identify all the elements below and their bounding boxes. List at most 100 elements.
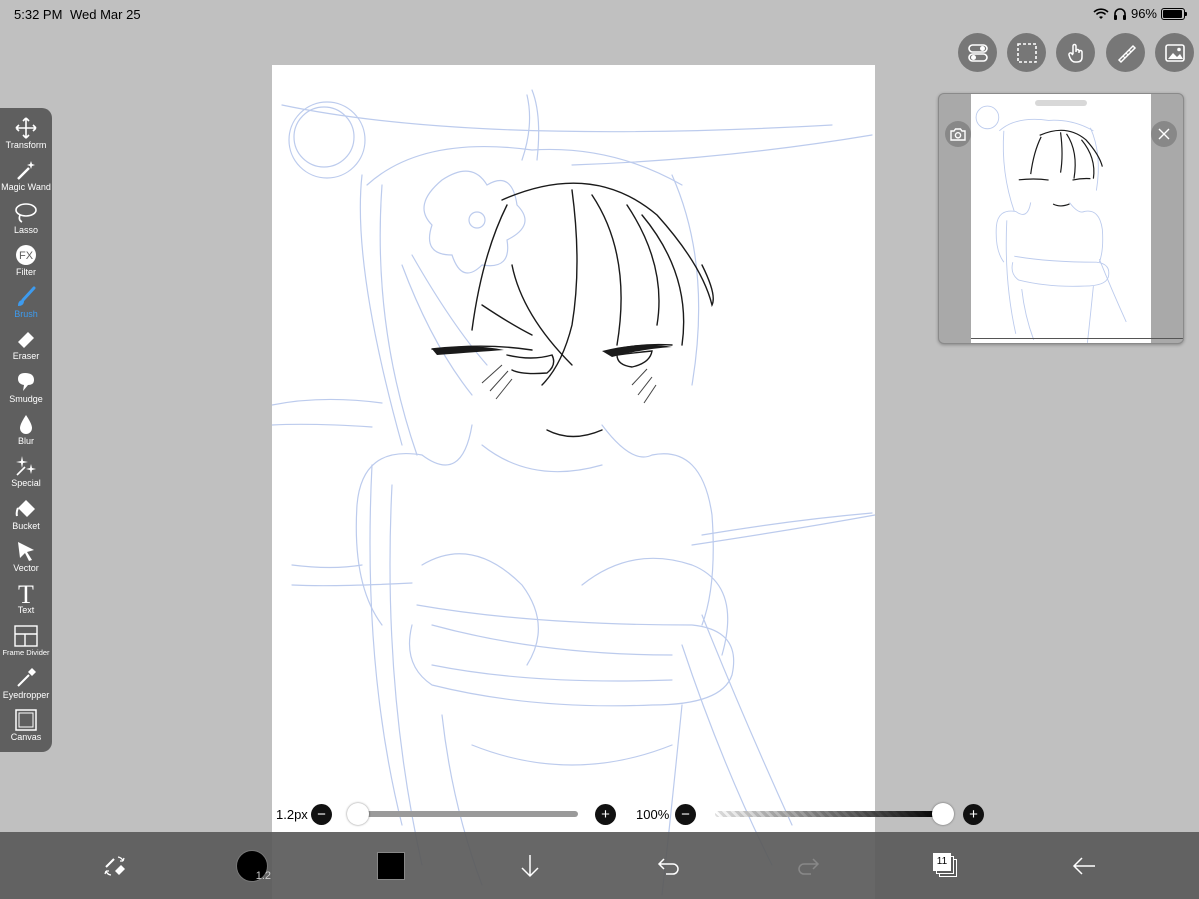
ruler-button[interactable] [1106,33,1145,72]
battery-icon [1161,7,1187,20]
drawing-canvas[interactable] [272,65,875,899]
brush-opacity-increase-button[interactable]: + [963,804,984,825]
tool-vector[interactable]: Vector [0,539,52,581]
tool-label: Smudge [9,393,43,404]
tool-label: Magic Wand [1,182,51,193]
tool-frame-divider[interactable]: Frame Divider [0,624,52,666]
gesture-button[interactable] [1056,33,1095,72]
sketch-artwork [272,89,875,896]
arrow-left-icon [1072,856,1095,875]
tool-filter[interactable]: FX Filter [0,243,52,285]
sparkle-icon [14,454,38,478]
navigator-panel [938,93,1184,344]
tool-label: Brush [14,309,38,320]
tool-eyedropper[interactable]: Eyedropper [0,666,52,708]
brush-size-decrease-button[interactable]: − [311,804,332,825]
plus-icon: + [969,806,978,823]
toggle-panel-button[interactable] [958,33,997,72]
brush-size-slider-knob[interactable] [347,803,369,825]
toggle-switches-icon [967,43,988,62]
redo-button[interactable] [788,832,828,899]
close-icon [1158,128,1170,140]
droplet-icon [15,412,37,436]
tool-bucket[interactable]: Bucket [0,497,52,539]
brush-opacity-slider[interactable] [715,811,940,817]
navigator-thumbnail[interactable] [971,94,1151,343]
battery-level [1163,9,1183,18]
tool-label: Bucket [12,520,40,531]
download-button[interactable] [510,832,550,899]
brush-opacity-slider-knob[interactable] [932,803,954,825]
status-bar: 5:32 PM Wed Mar 25 96% [0,0,1199,28]
tool-canvas[interactable]: Canvas [0,708,52,750]
tool-label: Vector [13,562,39,573]
selection-button[interactable] [1007,33,1046,72]
arrow-down-icon [521,854,539,877]
brush-size-badge: 1.2 [255,869,271,882]
tool-label: Eyedropper [2,689,50,700]
image-icon [1164,43,1185,62]
undo-icon [657,857,679,875]
tool-transform[interactable]: Transform [0,116,52,158]
material-button[interactable] [1155,33,1194,72]
tool-smudge[interactable]: Smudge [0,370,52,412]
cursor-icon [15,539,37,563]
thumbnail-sketch [975,105,1127,343]
navigator-drag-handle[interactable] [1035,100,1087,106]
fx-icon: FX [15,243,37,267]
hand-pointer-icon [1067,43,1083,63]
dashed-selection-icon [1016,42,1037,63]
bucket-icon [14,497,38,521]
camera-icon [950,128,966,141]
smudge-icon [15,370,37,394]
status-time: 5:32 PM [14,7,63,22]
frame-divider-icon [14,624,38,648]
brush-size-slider[interactable] [358,811,578,817]
status-date: Wed Mar 25 [70,7,141,22]
brush-size-increase-button[interactable]: + [595,804,616,825]
swap-brush-eraser-button[interactable] [95,832,135,899]
tool-magic-wand[interactable]: Magic Wand [0,158,52,200]
tool-label: Special [11,478,41,489]
tool-label: Lasso [13,224,39,235]
move-arrows-icon [15,116,37,140]
navigator-divider [971,338,1183,339]
navigator-close-button[interactable] [1151,121,1177,147]
brush-sliders: 1.2px − + 100% − + [272,800,992,828]
brush-size-preview-button[interactable]: 1.2 [232,832,272,899]
minus-icon: − [317,806,326,823]
layers-icon: 11 [933,852,959,879]
text-icon: T [15,581,37,605]
layers-count: 11 [936,856,948,867]
minus-icon: − [681,806,690,823]
canvas-icon [15,708,37,732]
brush-eraser-swap-icon [104,855,125,876]
headphones-icon [1113,8,1126,20]
lasso-icon [14,201,38,225]
tool-palette: Transform Magic Wand Lasso FX Filter Brush Era… [0,108,52,752]
tool-label: Blur [17,436,34,447]
ruler-icon [1117,44,1136,63]
svg-text:FX: FX [19,250,34,262]
status-right: 96% [1093,6,1187,21]
color-picker-button[interactable] [371,832,411,899]
plus-icon: + [601,806,610,823]
current-color-swatch [377,851,405,880]
tool-special[interactable]: Special [0,454,52,496]
navigator-camera-button[interactable] [945,121,971,147]
tool-blur[interactable]: Blur [0,412,52,454]
tool-brush[interactable]: Brush [0,285,52,327]
tool-eraser[interactable]: Eraser [0,327,52,369]
tool-label: Filter [16,266,36,277]
tool-label: Transform [5,140,47,150]
tool-text[interactable]: T Text [0,581,52,623]
brush-opacity-decrease-button[interactable]: − [675,804,696,825]
tool-lasso[interactable]: Lasso [0,201,52,243]
eraser-icon [15,327,37,351]
back-button[interactable] [1064,832,1104,899]
brush-preview-circle: 1.2 [236,849,271,882]
tool-label: Canvas [10,732,42,743]
wifi-icon [1093,7,1109,19]
layers-button[interactable]: 11 [926,832,966,899]
undo-button[interactable] [649,832,689,899]
